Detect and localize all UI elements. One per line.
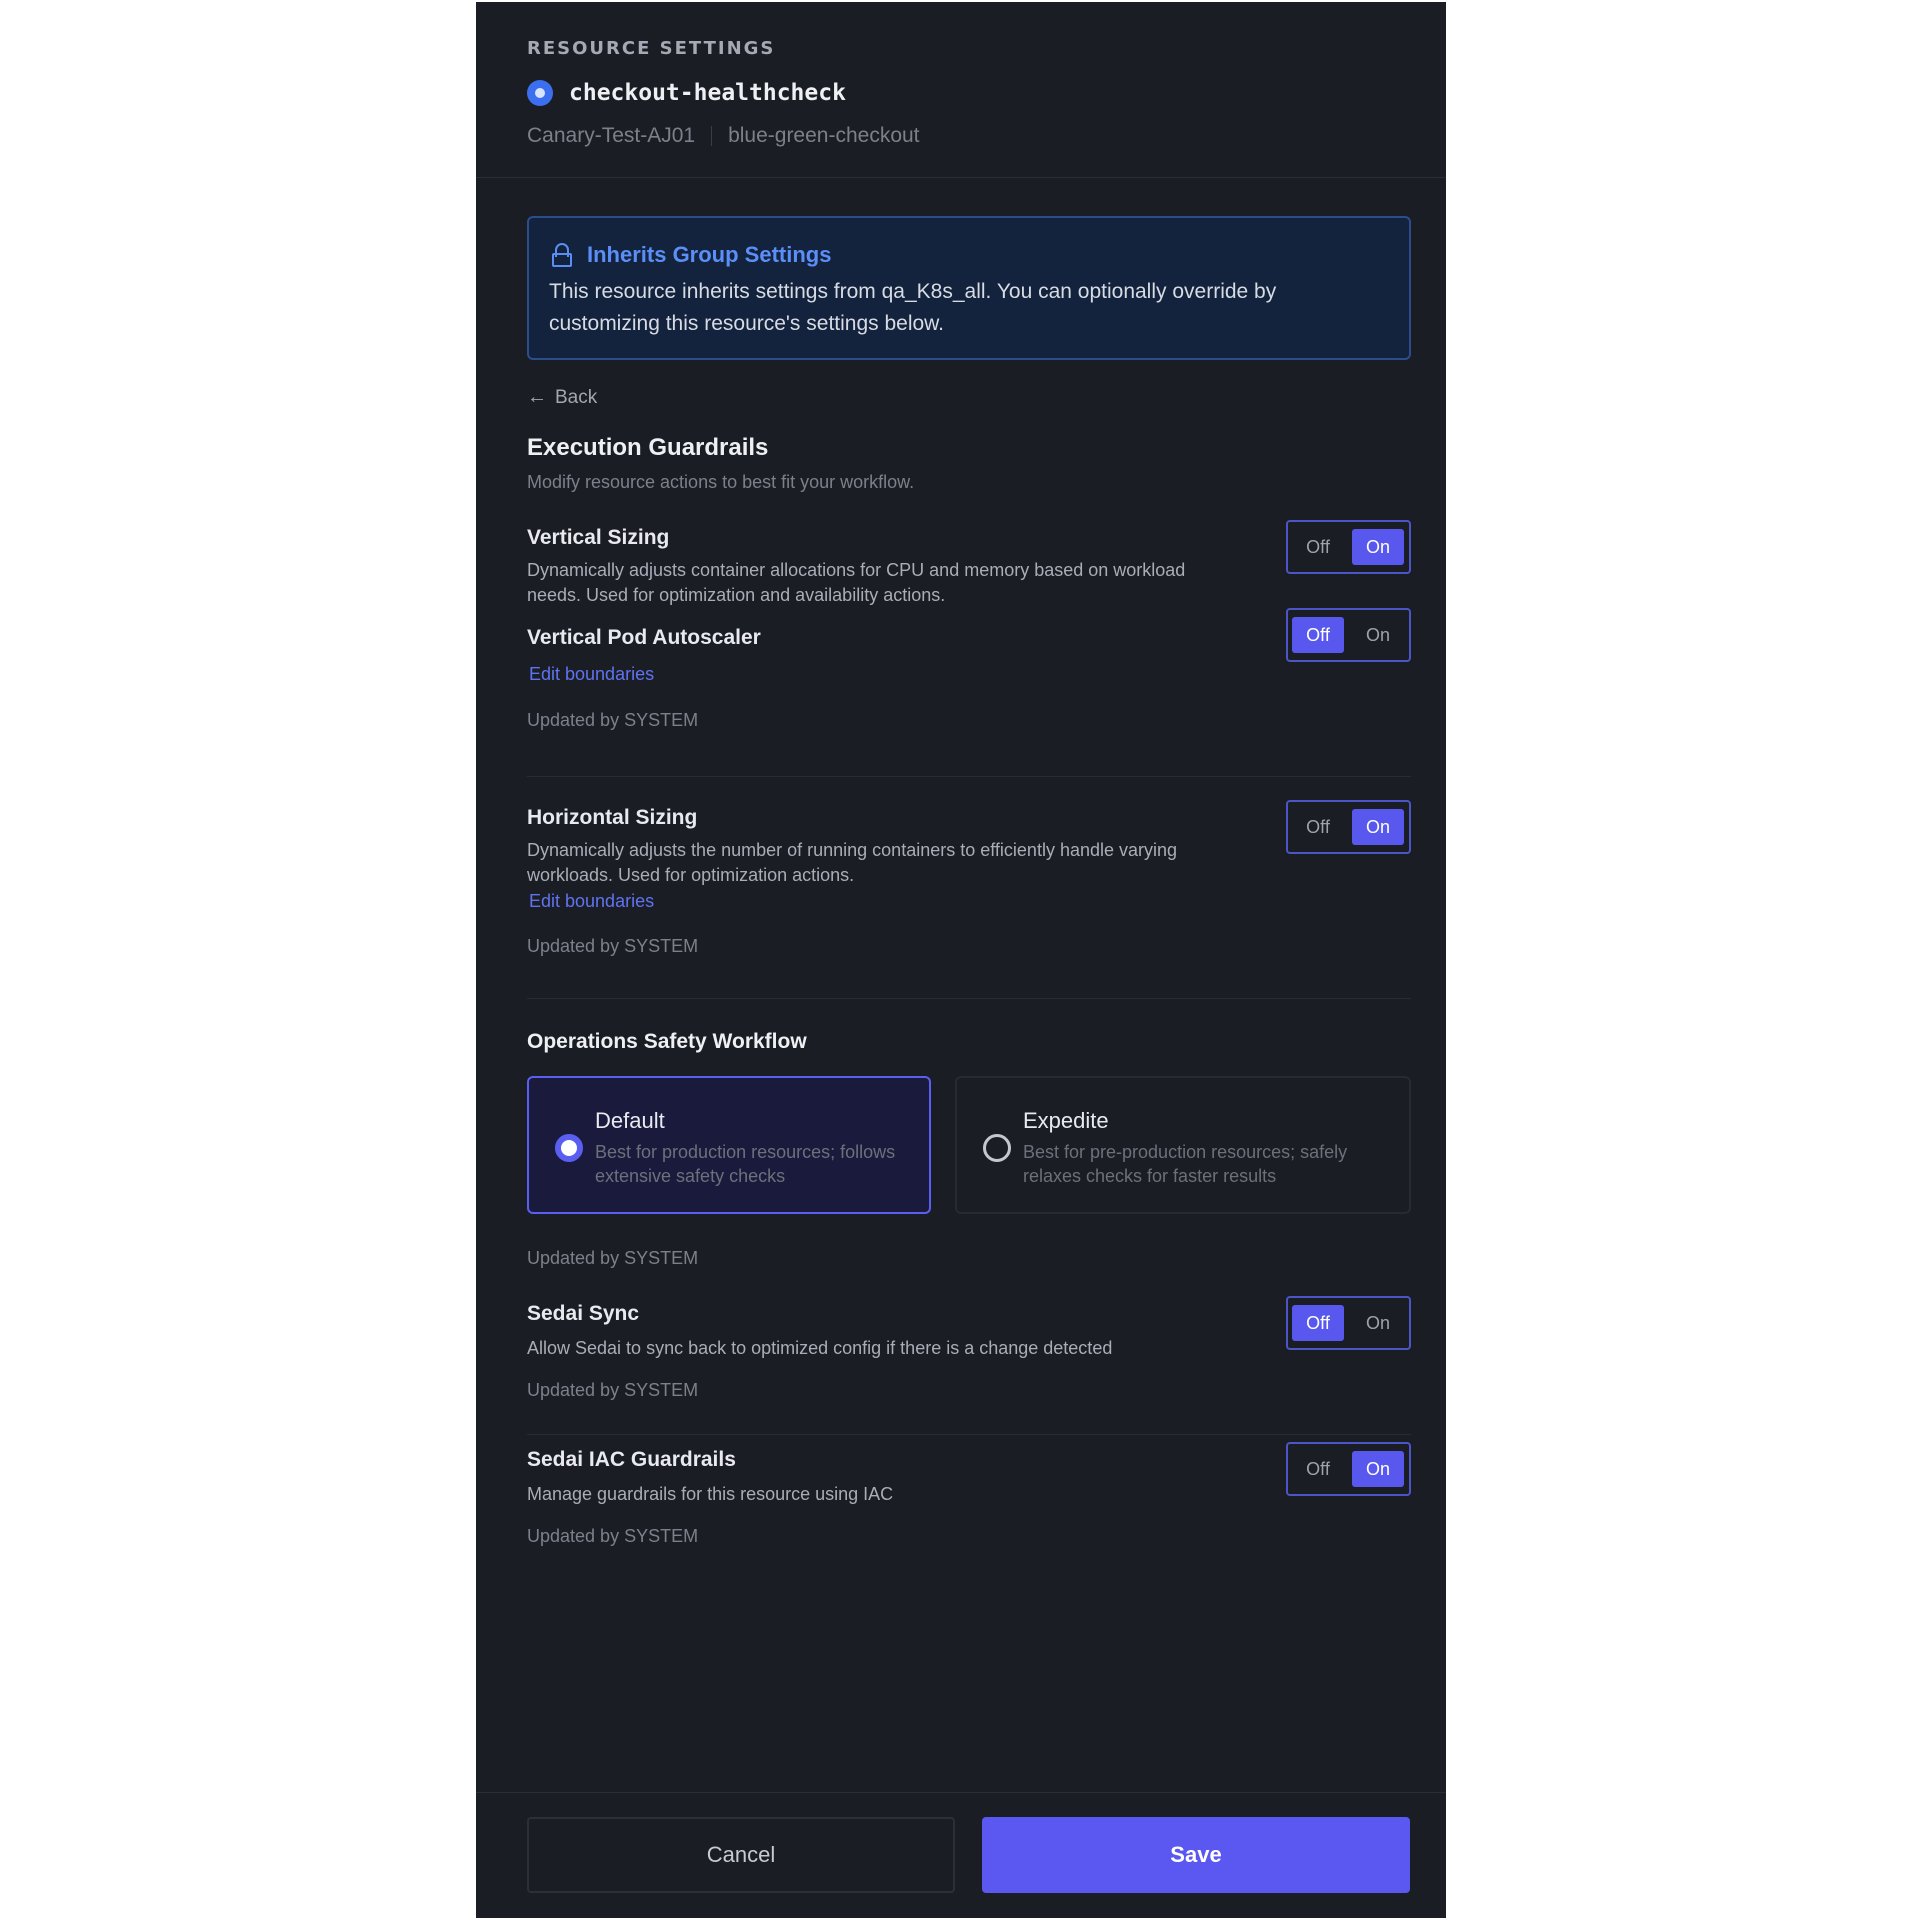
iac-guardrails-toggle[interactable]: Off On (1286, 1442, 1411, 1496)
breadcrumb-item: Canary-Test-AJ01 (527, 124, 696, 147)
horizontal-edit-boundaries-link[interactable]: Edit boundaries (529, 891, 654, 912)
workflow-option-label: Default (595, 1108, 665, 1133)
notice-title-row: Inherits Group Settings (551, 242, 831, 268)
back-label: Back (555, 386, 598, 408)
toggle-on-option[interactable]: On (1352, 809, 1404, 845)
panel-footer: Cancel Save (476, 1792, 1446, 1918)
vertical-sizing-toggle[interactable]: Off On (1286, 520, 1411, 574)
workflow-option-desc: Best for pre-production resources; safel… (1023, 1142, 1348, 1186)
breadcrumb-item: blue-green-checkout (728, 124, 920, 147)
notice-title: Inherits Group Settings (587, 242, 832, 267)
back-link[interactable]: ← Back (527, 386, 597, 409)
section-divider (527, 776, 1411, 777)
horizontal-sizing-desc: Dynamically adjusts the number of runnin… (527, 840, 1178, 885)
save-button[interactable]: Save (982, 1817, 1410, 1893)
vpa-updated-by: Updated by SYSTEM (527, 710, 699, 730)
toggle-on-option[interactable]: On (1352, 1451, 1404, 1487)
lock-icon (551, 243, 573, 267)
workflow-option-label: Expedite (1023, 1108, 1109, 1133)
toggle-on-option[interactable]: On (1352, 617, 1404, 653)
inherit-notice: Inherits Group Settings This resource in… (527, 216, 1411, 360)
horizontal-sizing-toggle[interactable]: Off On (1286, 800, 1411, 854)
section-title: Execution Guardrails (527, 434, 769, 461)
workflow-updated-by: Updated by SYSTEM (527, 1248, 699, 1268)
toggle-off-option[interactable]: Off (1292, 1305, 1344, 1341)
breadcrumb: Canary-Test-AJ01 blue-green-checkout (527, 124, 920, 148)
vpa-toggle[interactable]: Off On (1286, 608, 1411, 662)
iac-guardrails-desc: Manage guardrails for this resource usin… (527, 1484, 894, 1504)
section-divider (527, 998, 1411, 999)
workflow-option-default[interactable]: Default Best for production resources; f… (527, 1076, 931, 1214)
breadcrumb-divider (711, 126, 713, 146)
section-subtitle: Modify resource actions to best fit your… (527, 472, 915, 492)
toggle-off-option[interactable]: Off (1292, 1451, 1344, 1487)
iac-guardrails-updated-by: Updated by SYSTEM (527, 1526, 699, 1546)
horizontal-updated-by: Updated by SYSTEM (527, 936, 699, 956)
cancel-button[interactable]: Cancel (527, 1817, 955, 1893)
toggle-off-option[interactable]: Off (1292, 529, 1344, 565)
workflow-option-desc: Best for production resources; follows e… (595, 1142, 896, 1186)
toggle-on-option[interactable]: On (1352, 1305, 1404, 1341)
panel-eyebrow: RESOURCE SETTINGS (527, 38, 776, 59)
sedai-sync-updated-by: Updated by SYSTEM (527, 1380, 699, 1400)
resource-type-icon (527, 80, 553, 106)
sedai-sync-title: Sedai Sync (527, 1302, 640, 1325)
horizontal-sizing-title: Horizontal Sizing (527, 806, 698, 829)
radio-unselected-icon[interactable] (983, 1134, 1011, 1162)
notice-text: This resource inherits settings from qa_… (549, 280, 1277, 335)
sedai-sync-desc: Allow Sedai to sync back to optimized co… (527, 1338, 1113, 1358)
sedai-sync-toggle[interactable]: Off On (1286, 1296, 1411, 1350)
vertical-sizing-desc: Dynamically adjusts container allocation… (527, 560, 1186, 605)
resource-settings-panel: RESOURCE SETTINGS checkout-healthcheck C… (476, 2, 1446, 1918)
vertical-sizing-title: Vertical Sizing (527, 526, 670, 549)
workflow-title: Operations Safety Workflow (527, 1030, 807, 1053)
vpa-edit-boundaries-link[interactable]: Edit boundaries (529, 664, 654, 685)
toggle-off-option[interactable]: Off (1292, 809, 1344, 845)
vpa-title: Vertical Pod Autoscaler (527, 626, 761, 649)
toggle-on-option[interactable]: On (1352, 529, 1404, 565)
section-divider (527, 1434, 1411, 1435)
resource-title-row: checkout-healthcheck (527, 80, 846, 106)
iac-guardrails-title: Sedai IAC Guardrails (527, 1448, 736, 1471)
resource-name: checkout-healthcheck (569, 80, 846, 106)
toggle-off-option[interactable]: Off (1292, 617, 1344, 653)
workflow-option-expedite[interactable]: Expedite Best for pre-production resourc… (955, 1076, 1411, 1214)
radio-selected-icon[interactable] (555, 1134, 583, 1162)
panel-header: RESOURCE SETTINGS checkout-healthcheck C… (476, 2, 1446, 178)
arrow-left-icon: ← (527, 386, 547, 408)
